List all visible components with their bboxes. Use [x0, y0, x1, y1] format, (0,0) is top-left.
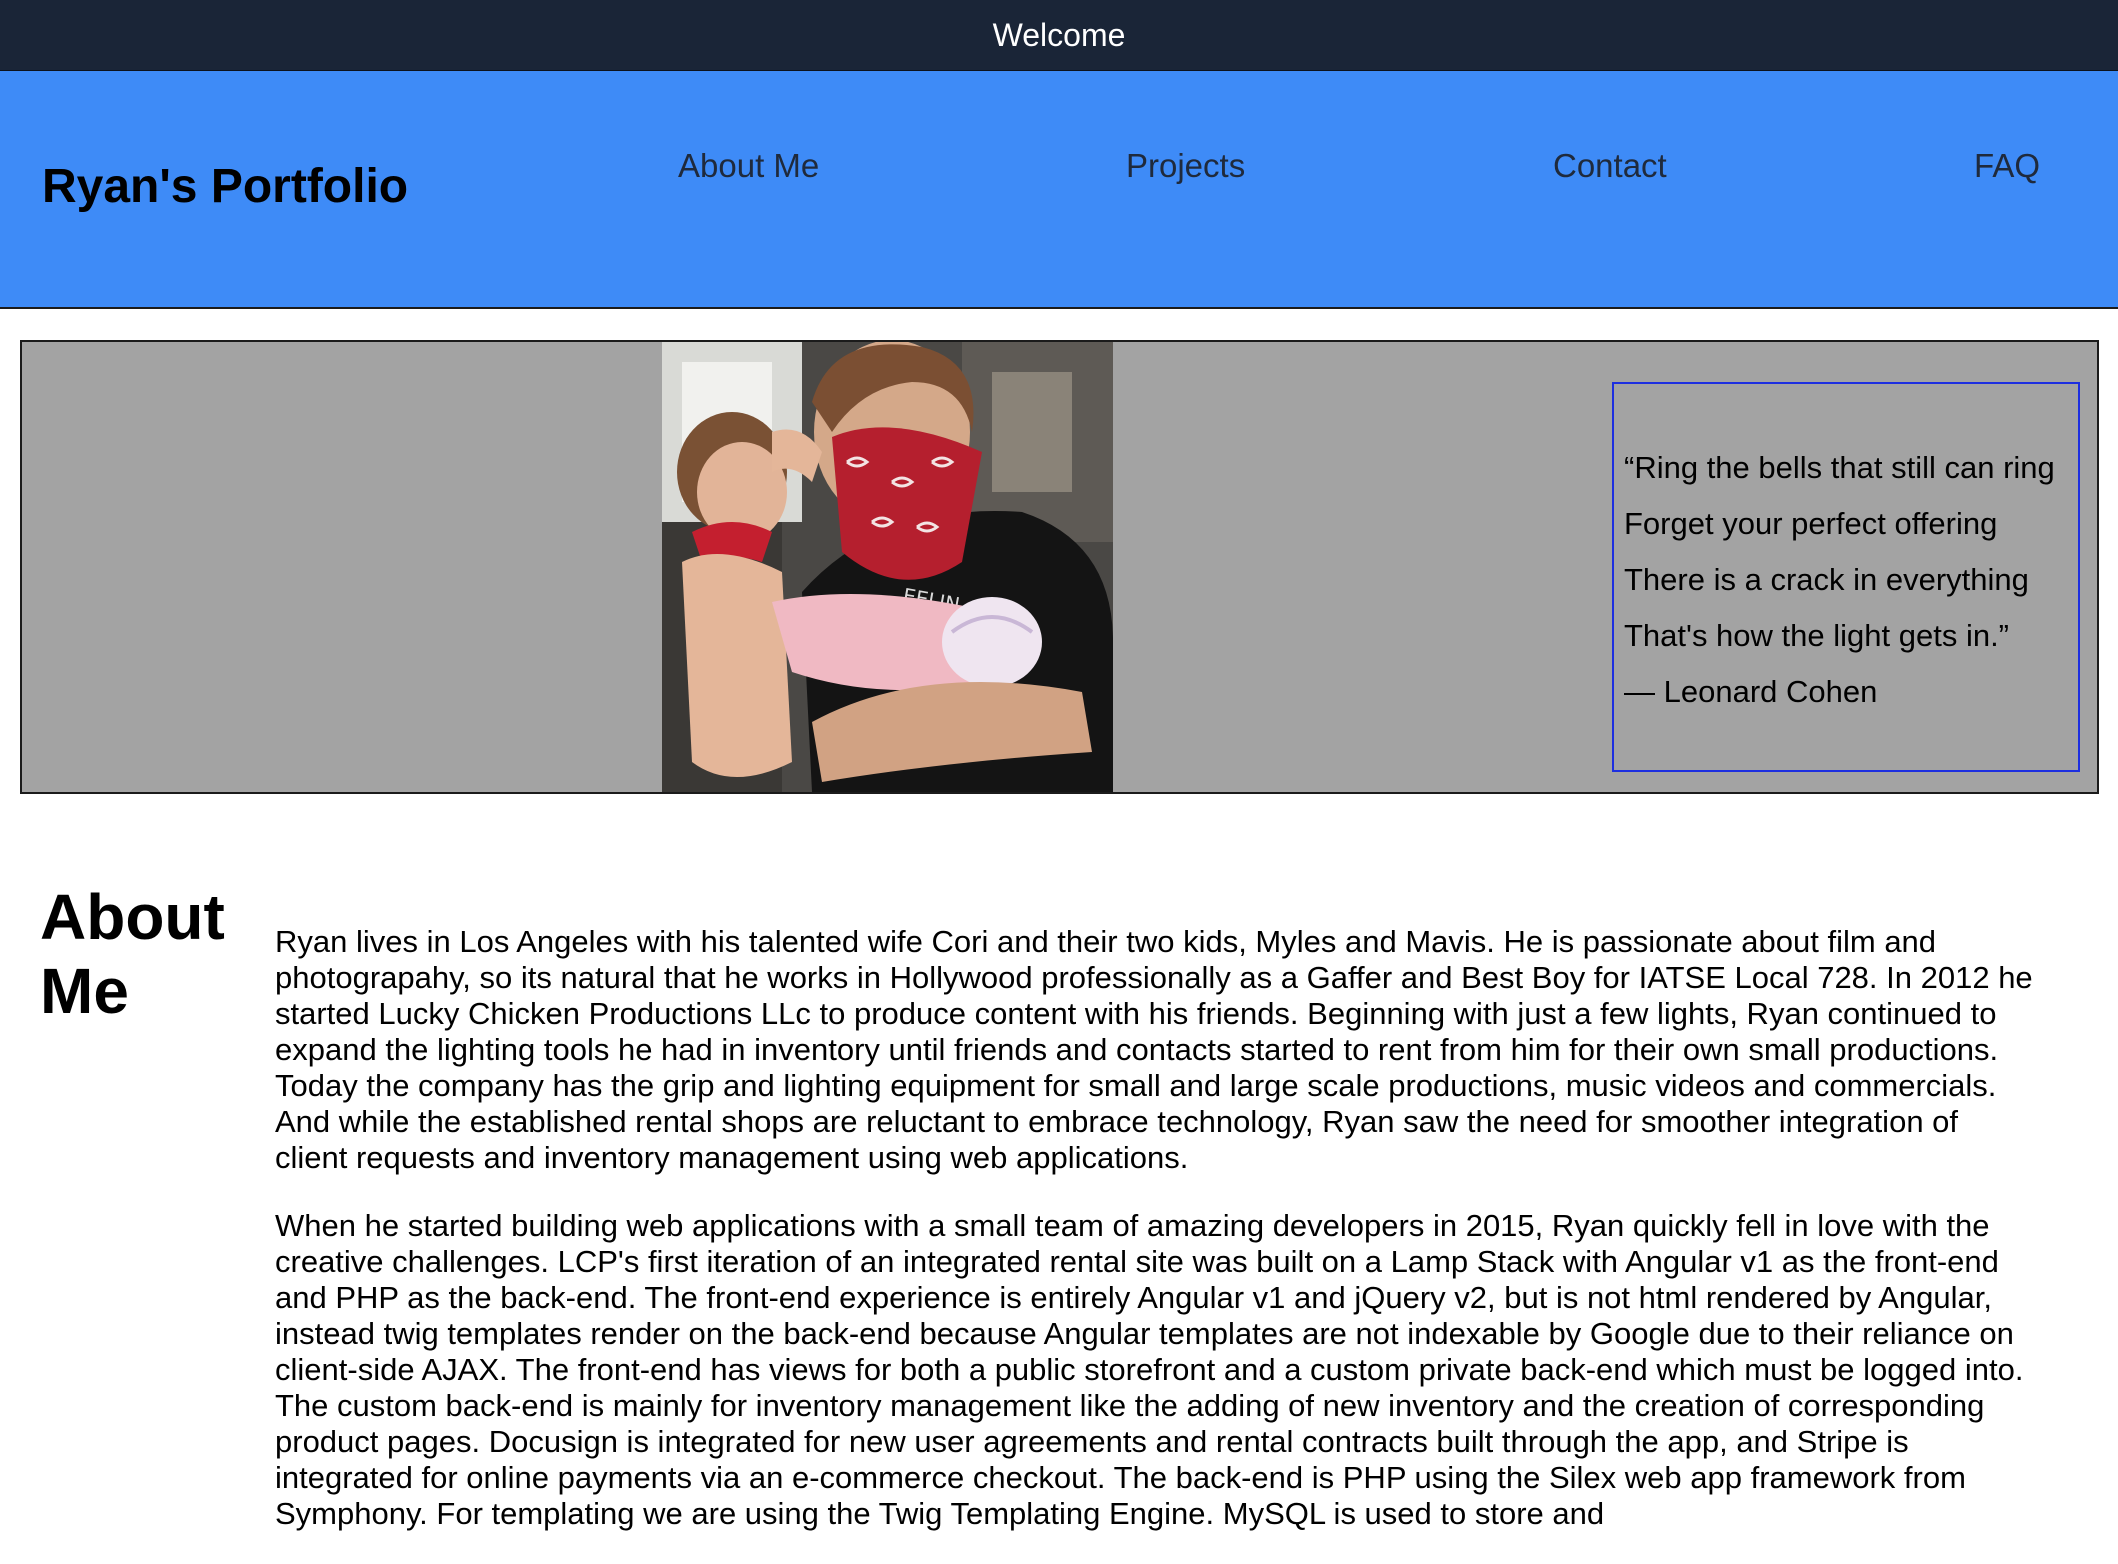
about-paragraph: Ryan lives in Los Angeles with his talen…	[275, 924, 2033, 1175]
nav-link-about-me[interactable]: About Me	[678, 147, 819, 185]
quote-line: “Ring the bells that still can ring	[1624, 450, 2055, 485]
site-title[interactable]: Ryan's Portfolio	[42, 159, 408, 214]
nav-link-projects[interactable]: Projects	[1126, 147, 1245, 185]
welcome-banner: Welcome	[0, 0, 2118, 71]
about-heading-line1: About	[40, 881, 225, 953]
nav-link-faq[interactable]: FAQ	[1974, 147, 2040, 185]
about-heading: About Me	[40, 880, 250, 1028]
welcome-text: Welcome	[992, 16, 1126, 53]
main-navbar: Ryan's Portfolio About Me Projects Conta…	[0, 71, 2118, 309]
hero-section: EELIN UCK “Ring the bells that still can…	[20, 340, 2099, 794]
quote-attribution: — Leonard Cohen	[1624, 674, 1878, 709]
about-paragraph: When he started building web application…	[275, 1208, 2024, 1531]
family-photo: EELIN UCK	[662, 342, 1113, 792]
quote-line: There is a crack in everything	[1624, 562, 2029, 597]
about-body: Ryan lives in Los Angeles with his talen…	[275, 924, 2035, 1564]
quote-line: That's how the light gets in.”	[1624, 618, 2010, 653]
nav-link-contact[interactable]: Contact	[1553, 147, 1667, 185]
quote-box: “Ring the bells that still can ring Forg…	[1612, 382, 2080, 772]
about-heading-line2: Me	[40, 955, 129, 1027]
quote-line: Forget your perfect offering	[1624, 506, 1998, 541]
